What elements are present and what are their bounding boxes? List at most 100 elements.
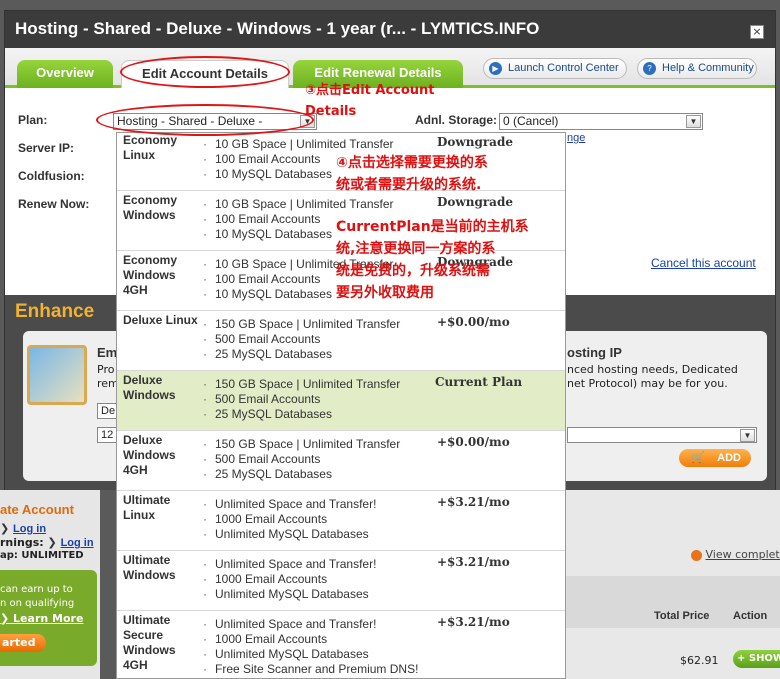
- plan-option-feature-text: 10 GB Space | Unlimited Transfer: [215, 197, 394, 211]
- plan-option-feature-text: Unlimited Space and Transfer!: [215, 497, 377, 511]
- plan-option[interactable]: Deluxe Linux · 150 GB Space | Unlimited Tr…: [117, 311, 565, 371]
- bullet-icon: ·: [203, 467, 207, 481]
- plan-option-feature: · 100 Email Accounts: [203, 152, 320, 167]
- annotation-note-line4: 要另外收取费用: [336, 285, 434, 301]
- plan-option-feature: · Unlimited Space and Transfer!: [203, 497, 376, 512]
- annotation-note-line2: 统,注意更换同一方案的系: [336, 241, 496, 257]
- plan-option-feature-text: 10 GB Space | Unlimited Transfer: [215, 137, 394, 151]
- chevron-down-icon: ▼: [686, 115, 701, 128]
- plan-option-feature-text: Unlimited MySQL Databases: [215, 527, 369, 541]
- plan-option-feature: · 500 Email Accounts: [203, 392, 320, 407]
- plan-option-feature-text: 100 Email Accounts: [215, 212, 321, 226]
- cancel-account-link[interactable]: Cancel this account: [651, 256, 756, 270]
- unlimited-label: ap: UNLIMITED: [0, 550, 84, 561]
- plan-option-price: +$3.21/mo: [437, 615, 510, 629]
- renew-now-label: Renew Now:: [18, 197, 90, 211]
- plan-option[interactable]: Ultimate Windows · Unlimited Space and Tra…: [117, 551, 565, 611]
- storage-select[interactable]: 0 (Cancel) ▼: [499, 113, 703, 130]
- total-price-value: $62.91: [680, 654, 719, 667]
- help-community-button[interactable]: ? Help & Community: [637, 58, 757, 79]
- cart-icon: 🛒: [691, 452, 705, 464]
- plan-option-name: Economy Linux: [123, 133, 178, 162]
- product-image: [27, 345, 87, 405]
- annotation-note-line1: CurrentPlan是当前的主机系: [336, 219, 529, 235]
- plan-option-feature-text: 10 MySQL Databases: [215, 167, 332, 181]
- launch-control-center-button[interactable]: ▶ Launch Control Center: [483, 58, 627, 79]
- plan-option-feature: · Unlimited MySQL Databases: [203, 647, 369, 662]
- plan-option-feature: · 100 Email Accounts: [203, 272, 320, 287]
- plan-option-feature-text: 10 MySQL Databases: [215, 287, 332, 301]
- coldfusion-label: Coldfusion:: [18, 169, 85, 183]
- plan-option-feature: · 10 MySQL Databases: [203, 227, 332, 242]
- plan-option-feature: · 10 MySQL Databases: [203, 287, 332, 302]
- add-button[interactable]: 🛒 ADD: [679, 449, 751, 467]
- help-icon: ?: [643, 62, 656, 75]
- bullet-icon: ·: [203, 167, 207, 181]
- launch-control-center-label: Launch Control Center: [508, 62, 619, 74]
- help-community-label: Help & Community: [662, 62, 754, 74]
- plan-option[interactable]: Deluxe Windows · 150 GB Space | Unlimited …: [117, 371, 565, 431]
- login-link[interactable]: Log in: [13, 523, 46, 535]
- enhance-select-3[interactable]: ▼: [567, 427, 757, 443]
- plan-option-name: Deluxe Windows 4GH: [123, 433, 176, 477]
- modal-titlebar: Hosting - Shared - Deluxe - Windows - 1 …: [5, 11, 775, 48]
- search-icon: [691, 549, 702, 561]
- view-complete-link[interactable]: View complete: [706, 548, 780, 561]
- login-link-2[interactable]: Log in: [61, 537, 94, 549]
- plan-option-feature-text: Unlimited Space and Transfer!: [215, 557, 377, 571]
- bullet-icon: ·: [203, 257, 207, 271]
- plan-option[interactable]: Deluxe Windows 4GH · 150 GB Space | Unlimi…: [117, 431, 565, 491]
- bullet-icon: ·: [203, 572, 207, 586]
- change-link[interactable]: nge: [567, 132, 585, 144]
- bullet-icon: ·: [203, 527, 207, 541]
- enhance-heading-left: Em: [97, 345, 118, 360]
- plan-option-feature: · 10 GB Space | Unlimited Transfer: [203, 137, 394, 152]
- bullet-icon: ·: [203, 647, 207, 661]
- plan-option-feature: · 150 GB Space | Unlimited Transfer: [203, 437, 400, 452]
- plan-option-name: Deluxe Windows: [123, 373, 176, 402]
- plan-option-feature: · 150 GB Space | Unlimited Transfer: [203, 317, 400, 332]
- bullet-icon: ·: [203, 287, 207, 301]
- plan-option-name: Ultimate Windows: [123, 553, 176, 582]
- get-started-button[interactable]: arted: [0, 634, 46, 652]
- plan-option-feature: · 1000 Email Accounts: [203, 632, 327, 647]
- enhance-text-right-2: net Protocol) may be for you.: [567, 377, 728, 390]
- annotation-step3-line1: ③点击Edit Account: [305, 83, 435, 98]
- promo-text-1: can earn up to: [0, 584, 73, 595]
- tab-overview[interactable]: Overview: [17, 60, 113, 88]
- plan-option-feature-text: 10 MySQL Databases: [215, 227, 332, 241]
- server-ip-label: Server IP:: [18, 141, 75, 155]
- update-account-heading: ate Account: [0, 502, 74, 517]
- bullet-icon: ·: [203, 227, 207, 241]
- plan-option-name: Ultimate Linux: [123, 493, 171, 522]
- plan-option-feature: · 150 GB Space | Unlimited Transfer: [203, 377, 400, 392]
- plan-dropdown-list: Economy Linux · 10 GB Space | Unlimited Tr…: [116, 132, 566, 679]
- plan-option-feature-text: Unlimited MySQL Databases: [215, 647, 369, 661]
- plan-option-feature: · 1000 Email Accounts: [203, 512, 327, 527]
- bullet-icon: ·: [203, 617, 207, 631]
- add-button-label: ADD: [717, 452, 741, 464]
- plan-option-price: Downgrade: [437, 195, 513, 209]
- enhance-text-left-1: Pro: [97, 363, 115, 376]
- plan-option[interactable]: Ultimate Linux · Unlimited Space and Trans…: [117, 491, 565, 551]
- bullet-icon: ·: [203, 452, 207, 466]
- storage-label: Adnl. Storage:: [415, 113, 498, 127]
- close-icon[interactable]: ×: [750, 25, 764, 39]
- enhance-text-right-1: nced hosting needs, Dedicated: [567, 363, 738, 376]
- plan-option-feature-text: 25 MySQL Databases: [215, 407, 332, 421]
- plan-option-feature-text: 100 Email Accounts: [215, 272, 321, 286]
- total-price-header: Total Price: [654, 610, 710, 622]
- bullet-icon: ·: [203, 392, 207, 406]
- bullet-icon: ·: [203, 437, 207, 451]
- plan-option-feature-text: 150 GB Space | Unlimited Transfer: [215, 437, 401, 451]
- show-button[interactable]: + SHOW: [733, 650, 780, 668]
- enhance-heading-right: osting IP: [567, 345, 622, 360]
- learn-more-link[interactable]: Learn More: [13, 612, 83, 625]
- plan-option-feature: · Unlimited Space and Transfer!: [203, 617, 376, 632]
- plan-option[interactable]: Ultimate Secure Windows 4GH · Unlimited Sp…: [117, 611, 565, 678]
- bullet-icon: ·: [203, 347, 207, 361]
- plan-option-feature: · 1000 Email Accounts: [203, 572, 327, 587]
- plan-option-feature-text: 25 MySQL Databases: [215, 467, 332, 481]
- background-left-panel: ate Account ❯ Log in rnings: ❯ Log in ap…: [0, 490, 100, 679]
- bullet-icon: ·: [203, 662, 207, 676]
